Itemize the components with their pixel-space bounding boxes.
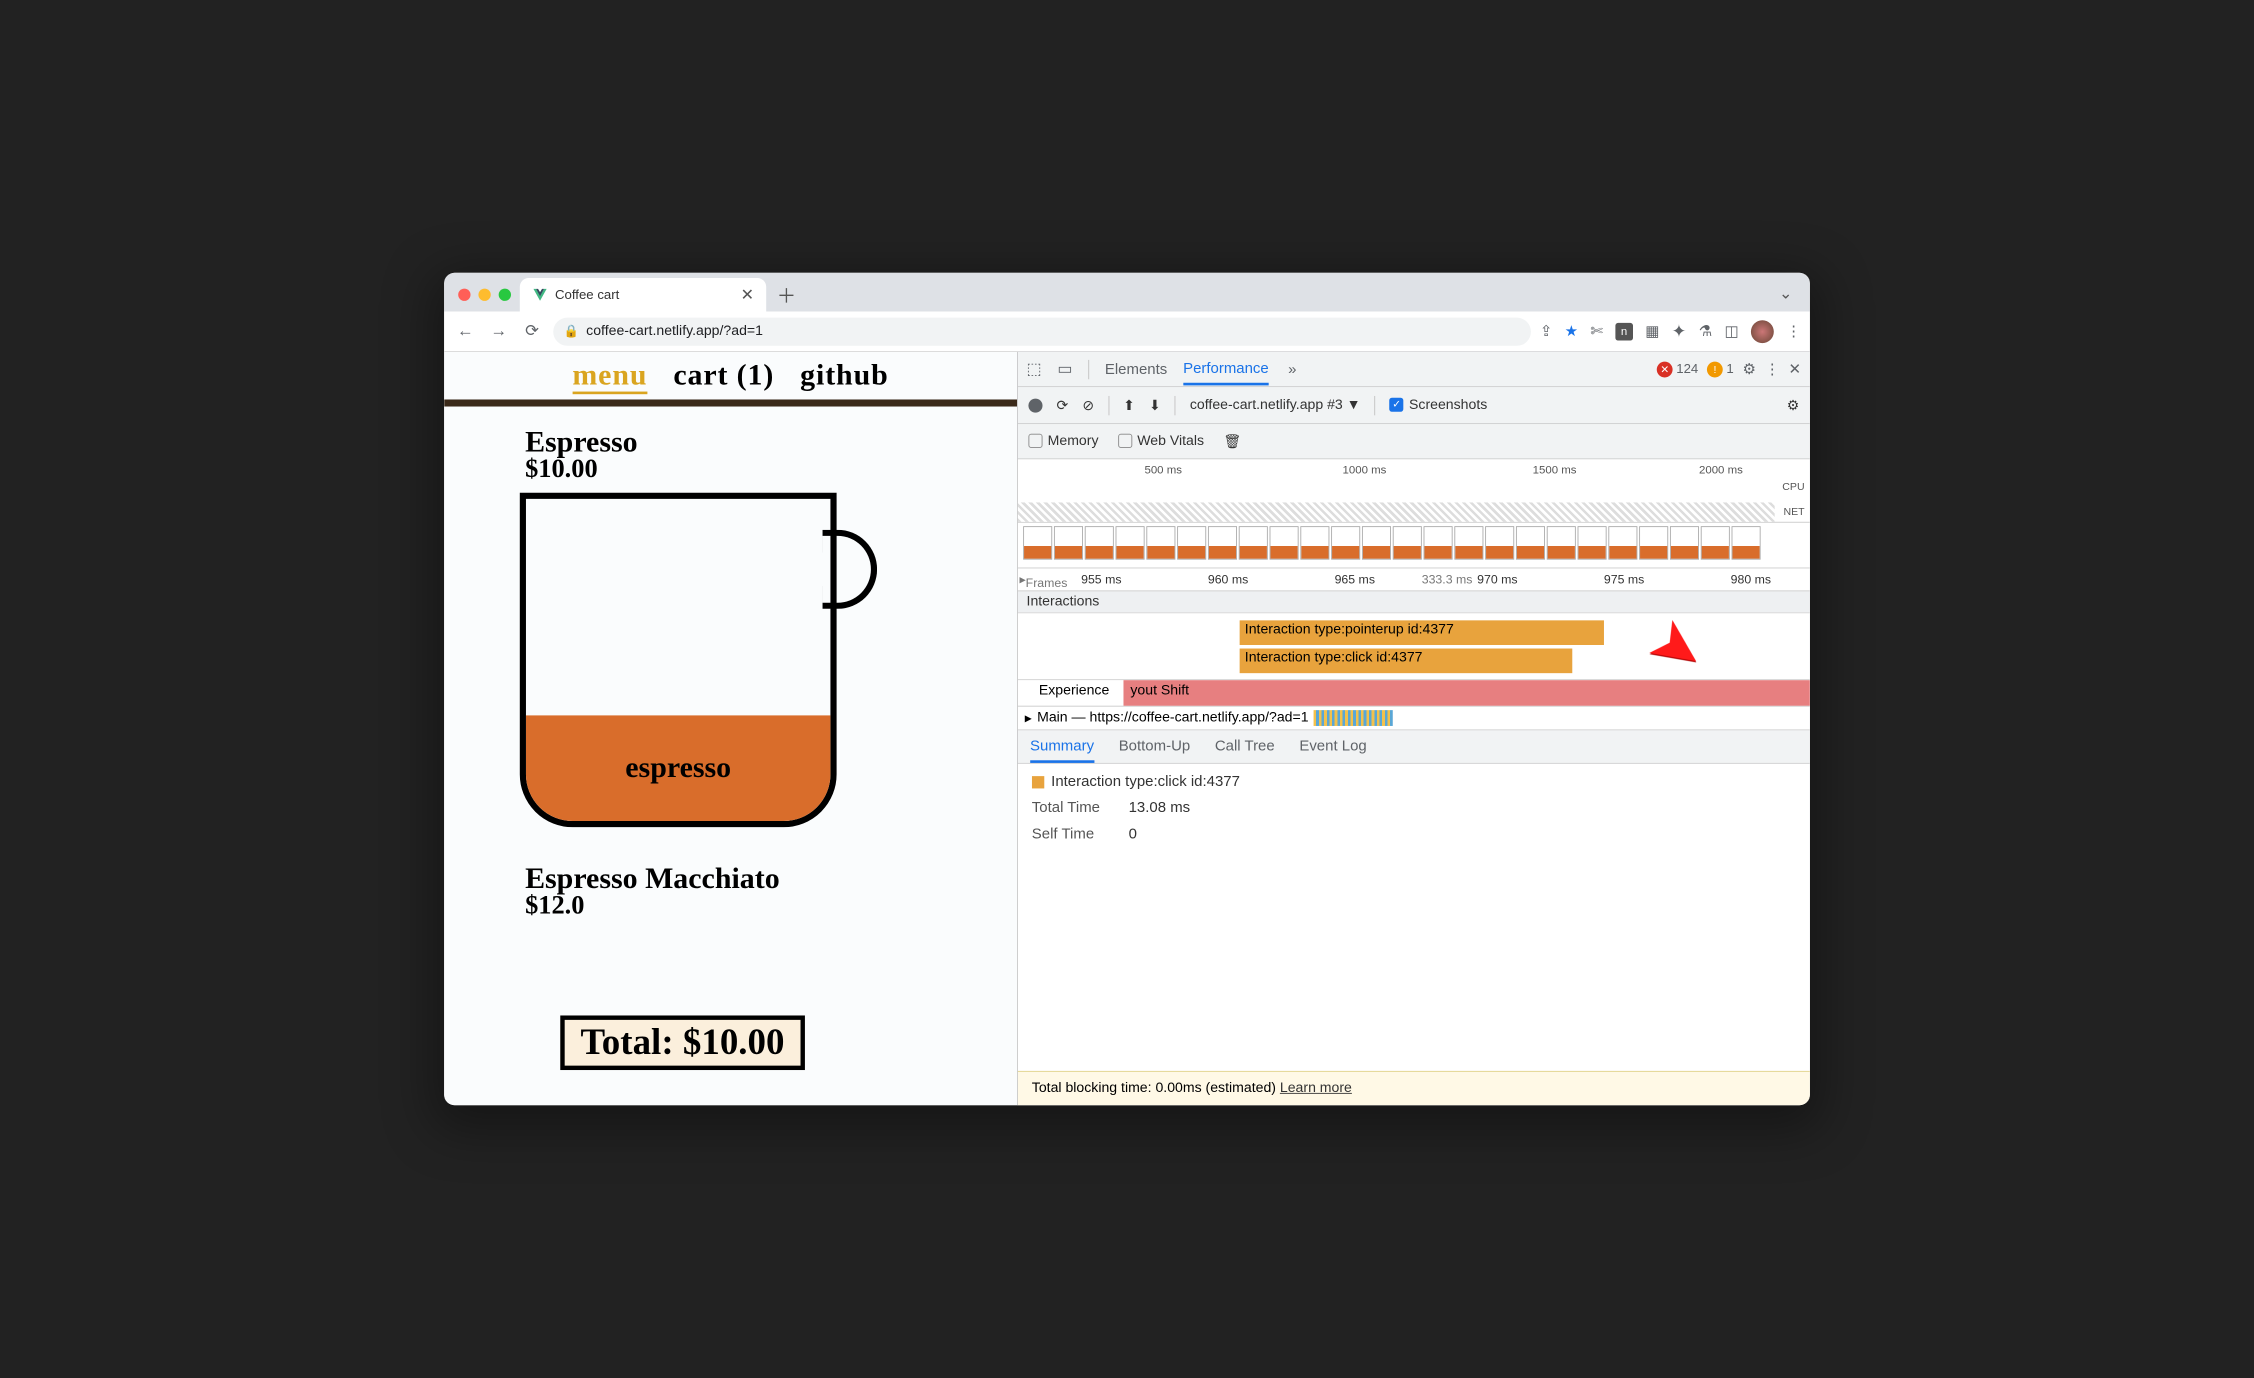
tab-elements[interactable]: Elements xyxy=(1105,360,1167,378)
device-toggle-icon[interactable]: ▭ xyxy=(1057,360,1072,378)
summary-title: Interaction type:click id:4377 xyxy=(1051,773,1240,790)
blocking-time-footer: Total blocking time: 0.00ms (estimated) … xyxy=(1018,1071,1810,1105)
lock-icon: 🔒 xyxy=(564,324,579,339)
filmstrip-frame xyxy=(1023,526,1052,559)
vue-icon xyxy=(532,287,548,303)
garbage-collect-icon[interactable]: 🗑 xyxy=(1223,432,1241,450)
settings-gear-icon[interactable]: ⚙ xyxy=(1743,360,1756,378)
url-text: coffee-cart.netlify.app/?ad=1 xyxy=(586,323,763,339)
profile-avatar[interactable] xyxy=(1751,320,1774,343)
new-tab-button[interactable]: ＋ xyxy=(773,282,799,308)
interaction-bar[interactable]: Interaction type:click id:4377 xyxy=(1240,649,1573,674)
nav-divider xyxy=(444,399,1017,406)
extensions-puzzle-icon[interactable]: ✦ xyxy=(1672,320,1687,342)
performance-toolbar-2: Memory Web Vitals 🗑 xyxy=(1018,424,1810,459)
tab-bottom-up[interactable]: Bottom-Up xyxy=(1119,737,1191,755)
details-tabs: Summary Bottom-Up Call Tree Event Log xyxy=(1018,730,1810,763)
tab-summary[interactable]: Summary xyxy=(1030,737,1094,763)
minimize-window-icon[interactable] xyxy=(478,289,490,301)
product-espresso-macchiato: Espresso Macchiato $12.0 xyxy=(525,862,1017,920)
devtools-tabs: ⬚ ▭ Elements Performance » ✕124 !1 ⚙ ⋮ ✕ xyxy=(1018,352,1810,387)
interactions-track[interactable]: Interaction type:pointerup id:4377 Inter… xyxy=(1018,613,1810,680)
extension-n-icon[interactable]: n xyxy=(1615,322,1633,340)
layout-shift-bar[interactable] xyxy=(1123,680,1810,706)
web-vitals-checkbox[interactable]: Web Vitals xyxy=(1118,433,1204,449)
color-swatch-icon xyxy=(1032,776,1044,788)
toolbar-right: ⇪ ★ ✄ n ▦ ✦ ⚗ ◫ ⋮ xyxy=(1540,320,1801,343)
bookmark-star-icon[interactable]: ★ xyxy=(1565,322,1578,340)
scissors-icon[interactable]: ✄ xyxy=(1590,322,1603,340)
nav-menu[interactable]: menu xyxy=(572,359,647,394)
content-split: menu cart (1) github Espresso $10.00 esp… xyxy=(444,352,1810,1105)
clear-icon[interactable]: ⊘ xyxy=(1082,396,1094,414)
warning-count[interactable]: !1 xyxy=(1707,361,1734,377)
performance-toolbar: ⟳ ⊘ ⬆ ⬇ coffee-cart.netlify.app #3 ▼ Scr… xyxy=(1018,387,1810,424)
reload-button[interactable]: ⟳ xyxy=(520,319,545,344)
maximize-window-icon[interactable] xyxy=(499,289,511,301)
learn-more-link[interactable]: Learn more xyxy=(1280,1081,1352,1096)
self-time-value: 0 xyxy=(1129,825,1137,842)
tab-overflow-icon[interactable]: ⌄ xyxy=(1779,284,1801,302)
page-nav: menu cart (1) github xyxy=(444,352,1017,396)
flask-icon[interactable]: ⚗ xyxy=(1699,322,1712,340)
screenshots-checkbox[interactable]: Screenshots xyxy=(1390,397,1488,413)
mug-graphic[interactable]: espresso xyxy=(444,493,836,827)
interaction-bar[interactable]: Interaction type:pointerup id:4377 xyxy=(1240,620,1604,645)
mug-fill-label: espresso xyxy=(625,751,731,784)
summary-pane: Interaction type:click id:4377 Total Tim… xyxy=(1018,764,1810,1071)
devtools-menu-icon[interactable]: ⋮ xyxy=(1765,360,1780,378)
tab-performance[interactable]: Performance xyxy=(1183,359,1269,385)
extension-grid-icon[interactable]: ▦ xyxy=(1645,322,1659,340)
share-icon[interactable]: ⇪ xyxy=(1540,322,1553,340)
reload-record-icon[interactable]: ⟳ xyxy=(1056,396,1068,414)
error-count[interactable]: ✕124 xyxy=(1657,361,1698,377)
main-flame-preview xyxy=(1314,710,1393,726)
overview-timeline[interactable]: 500 ms 1000 ms 1500 ms 2000 ms CPU NET xyxy=(1018,459,1810,522)
close-devtools-icon[interactable]: ✕ xyxy=(1789,360,1802,378)
address-bar[interactable]: 🔒 coffee-cart.netlify.app/?ad=1 xyxy=(553,317,1531,345)
memory-checkbox[interactable]: Memory xyxy=(1028,433,1098,449)
total-time-value: 13.08 ms xyxy=(1129,799,1191,816)
forward-button[interactable]: → xyxy=(486,319,511,344)
tab-strip: Coffee cart ✕ ＋ ⌄ xyxy=(444,273,1810,312)
experience-track[interactable]: Experience yout Shift xyxy=(1018,680,1810,706)
back-button[interactable]: ← xyxy=(453,319,478,344)
sidepanel-icon[interactable]: ◫ xyxy=(1724,322,1738,340)
inspect-element-icon[interactable]: ⬚ xyxy=(1027,360,1042,378)
nav-github[interactable]: github xyxy=(800,359,888,392)
tabs-overflow-icon[interactable]: » xyxy=(1288,360,1296,378)
total-banner[interactable]: Total: $10.00 xyxy=(560,1015,804,1070)
interactions-track-header[interactable]: Interactions xyxy=(1018,591,1810,613)
capture-settings-gear-icon[interactable]: ⚙ xyxy=(1787,396,1800,414)
webpage: menu cart (1) github Espresso $10.00 esp… xyxy=(444,352,1018,1105)
nav-cart[interactable]: cart (1) xyxy=(673,359,774,392)
browser-tab[interactable]: Coffee cart ✕ xyxy=(520,278,766,311)
load-profile-icon[interactable]: ⬆ xyxy=(1123,396,1135,414)
timeline-ruler[interactable]: ▸ Frames 955 ms 960 ms 965 ms 333.3 ms 9… xyxy=(1018,568,1810,591)
save-profile-icon[interactable]: ⬇ xyxy=(1149,396,1161,414)
product-espresso: Espresso $10.00 xyxy=(525,426,1017,484)
tab-event-log[interactable]: Event Log xyxy=(1299,737,1366,755)
record-button[interactable] xyxy=(1028,398,1042,412)
tab-title: Coffee cart xyxy=(555,287,619,302)
devtools-panel: ⬚ ▭ Elements Performance » ✕124 !1 ⚙ ⋮ ✕… xyxy=(1018,352,1810,1105)
screenshot-filmstrip[interactable] xyxy=(1018,523,1810,569)
close-window-icon[interactable] xyxy=(458,289,470,301)
cpu-hatch xyxy=(1018,502,1775,521)
tab-call-tree[interactable]: Call Tree xyxy=(1215,737,1275,755)
main-thread-header[interactable]: ▸ Main — https://coffee-cart.netlify.app… xyxy=(1018,707,1810,731)
recording-selector[interactable]: coffee-cart.netlify.app #3 ▼ xyxy=(1190,397,1361,413)
chrome-window: Coffee cart ✕ ＋ ⌄ ← → ⟳ 🔒 coffee-cart.ne… xyxy=(444,273,1810,1105)
close-tab-icon[interactable]: ✕ xyxy=(741,286,754,304)
chrome-menu-icon[interactable]: ⋮ xyxy=(1786,322,1801,340)
window-controls xyxy=(453,289,520,312)
browser-toolbar: ← → ⟳ 🔒 coffee-cart.netlify.app/?ad=1 ⇪ … xyxy=(444,311,1810,351)
